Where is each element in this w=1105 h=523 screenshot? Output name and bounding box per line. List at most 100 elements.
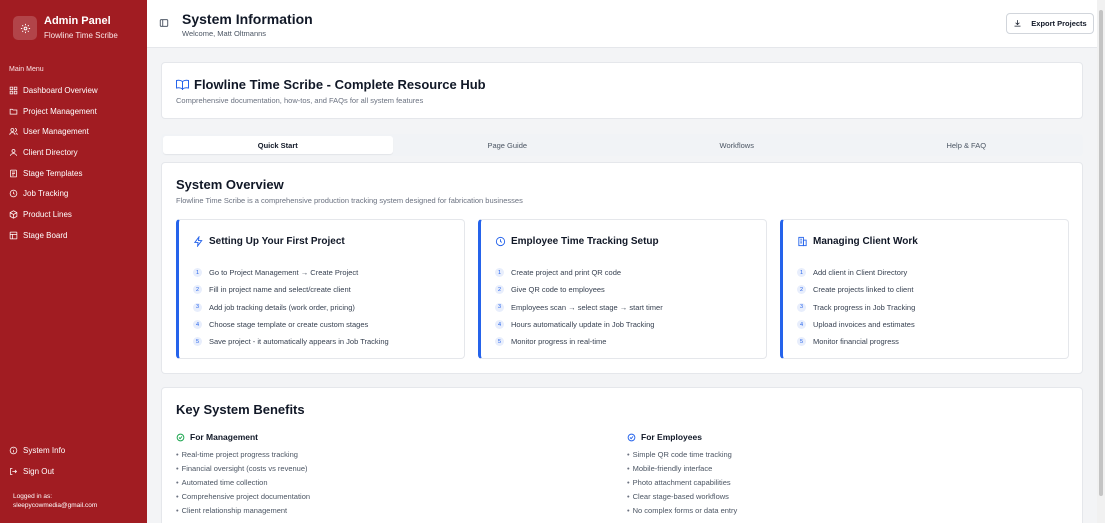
benefits-column-title: For Employees [641,432,702,442]
list-item: Simple QR code time tracking [627,448,737,462]
logged-in-info: Logged in as: sleepycowmedia@gmail.com [13,492,97,510]
list-item: 3 Add job tracking details (work order, p… [193,299,389,316]
resource-hub-card: Flowline Time Scribe - Complete Resource… [161,62,1083,119]
step-number: 3 [193,302,202,312]
sidebar-item-label: Dashboard Overview [23,85,98,95]
list-item: 1 Go to Project Management → Create Proje… [193,264,389,281]
gear-icon [13,16,37,40]
list-item: 2 Give QR code to employees [495,281,663,298]
list-item: No complex forms or data entry [627,504,738,518]
list-item: 3 Track progress in Job Tracking [797,299,915,316]
list-item: Photo attachment capabilities [627,476,737,490]
tab-workflows[interactable]: Workflows [622,136,852,154]
sidebar: Admin Panel Flowline Time Scribe Main Me… [0,0,147,523]
list-item: 4 Hours automatically update in Job Track… [495,316,663,333]
list-item: Comprehensive project documentation [176,490,310,504]
sidebar-item-stage-templates[interactable]: Stage Templates [0,163,147,184]
sidebar-bottom-nav: System Info Sign Out [0,440,147,481]
welcome-text: Welcome, Matt Oltmanns [182,29,267,38]
sidebar-item-client-directory[interactable]: Client Directory [0,142,147,163]
key-benefits-section: Key System Benefits For Management Real-… [161,387,1083,523]
package-icon [9,210,18,219]
list-item: 4 Choose stage template or create custom … [193,316,389,333]
benefits-list: Simple QR code time tracking Mobile-frie… [627,448,738,518]
board-icon [9,231,18,239]
tab-bar: Quick Start Page Guide Workflows Help & … [161,134,1083,156]
benefits-employees-column: For Employees Simple QR code time tracki… [627,432,737,517]
list-item: Real-time project progress tracking [176,448,310,462]
layers-icon [10,169,17,177]
export-projects-button[interactable]: Export Projects [1006,13,1094,34]
benefits-column-title: For Management [190,432,259,442]
sidebar-item-product-lines[interactable]: Product Lines [0,204,147,225]
tab-quick-start[interactable]: Quick Start [163,136,393,154]
step-number: 4 [495,320,504,330]
export-projects-label: Export Projects [1031,19,1087,28]
sidebar-item-system-info[interactable]: System Info [0,440,147,461]
brand-title: Admin Panel [44,15,111,27]
sidebar-item-label: Stage Board [23,230,68,240]
scrollbar-thumb[interactable] [1099,10,1103,496]
building-icon [798,236,807,247]
check-circle-icon [176,433,185,441]
step-number: 1 [797,268,806,278]
sidebar-toggle-icon[interactable] [159,18,169,28]
step-number: 2 [495,285,504,295]
header: System Information Welcome, Matt Oltmann… [147,0,1097,48]
folder-icon [9,108,18,115]
sidebar-item-label: Client Directory [23,147,78,157]
card-title: Setting Up Your First Project [209,236,345,247]
step-number: 2 [797,285,806,295]
sidebar-nav: Dashboard Overview Project Management Us… [0,80,147,246]
sidebar-item-dashboard-overview[interactable]: Dashboard Overview [0,80,147,101]
book-icon [176,79,189,90]
step-number: 5 [797,337,806,347]
system-overview-section: System Overview Flowline Time Scribe is … [161,162,1083,374]
step-number: 3 [797,302,806,312]
tab-page-guide[interactable]: Page Guide [393,136,623,154]
sidebar-item-project-management[interactable]: Project Management [0,101,147,122]
step-number: 4 [797,320,806,330]
card-title: Employee Time Tracking Setup [511,236,659,247]
main-menu-label: Main Menu [9,66,44,73]
brand: Admin Panel Flowline Time Scribe [13,15,118,41]
sidebar-item-sign-out[interactable]: Sign Out [0,461,147,482]
step-number: 2 [193,285,202,295]
list-item: Client relationship management [176,504,310,518]
list-item: 5 Monitor financial progress [797,333,915,350]
hub-title: Flowline Time Scribe - Complete Resource… [194,77,486,92]
sidebar-item-user-management[interactable]: User Management [0,121,147,142]
step-number: 5 [495,337,504,347]
sidebar-item-label: System Info [23,445,66,455]
steps-list: 1 Add client in Client Directory 2 Create … [797,264,915,350]
scrollbar[interactable] [1097,0,1105,523]
list-item: Clear stage-based workflows [627,490,737,504]
logged-in-label: Logged in as: [13,493,53,500]
sidebar-item-label: Stage Templates [23,168,83,178]
steps-list: 1 Create project and print QR code 2 Give … [495,264,663,350]
list-item: 4 Upload invoices and estimates [797,316,915,333]
list-item: 5 Monitor progress in real-time [495,333,663,350]
users-icon [9,128,18,136]
section-title: System Overview [176,177,284,192]
benefits-management-column: For Management Real-time project progres… [176,432,310,517]
clock-icon [495,236,506,247]
sidebar-item-label: Project Management [23,106,97,116]
tab-help-faq[interactable]: Help & FAQ [852,136,1082,154]
step-number: 3 [495,302,504,312]
list-item: 2 Fill in project name and select/create … [193,281,389,298]
sidebar-item-job-tracking[interactable]: Job Tracking [0,183,147,204]
logout-icon [10,467,18,475]
step-number: 4 [193,320,202,330]
list-item: 3 Employees scan → select stage → start t… [495,299,663,316]
check-circle-icon [627,433,636,441]
step-number: 1 [193,268,202,278]
list-item: 2 Create projects linked to client [797,281,915,298]
guide-card-first-project: Setting Up Your First Project 1 Go to Pro… [176,219,465,359]
sidebar-item-stage-board[interactable]: Stage Board [0,225,147,246]
sidebar-item-label: Product Lines [23,209,72,219]
list-item: 5 Save project - it automatically appears… [193,333,389,350]
list-item: Mobile-friendly interface [627,462,737,476]
section-title: Key System Benefits [176,402,305,417]
info-icon [9,446,18,455]
